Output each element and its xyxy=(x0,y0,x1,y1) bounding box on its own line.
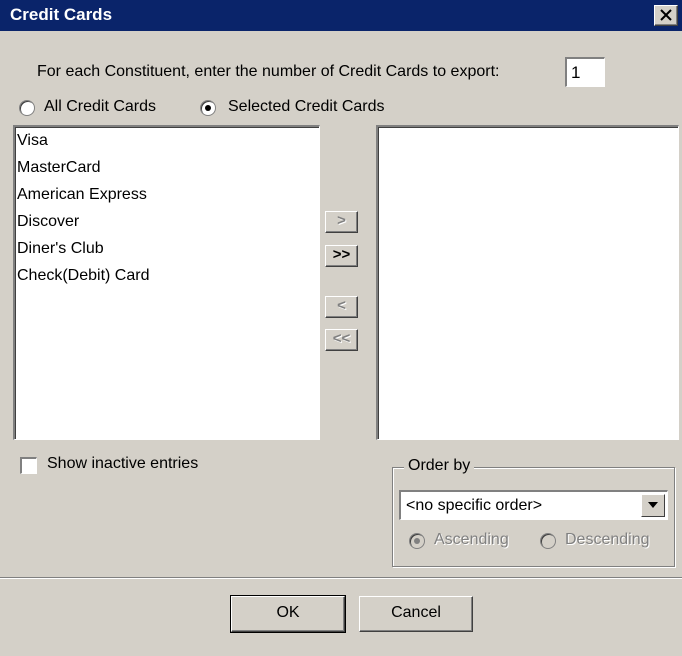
cancel-button[interactable]: Cancel xyxy=(359,596,473,632)
remove-all-button[interactable]: << xyxy=(325,329,358,351)
count-prompt-label: For each Constituent, enter the number o… xyxy=(37,63,500,80)
chevron-down-icon xyxy=(648,502,658,508)
credit-cards-dialog: Credit Cards For each Constituent, enter… xyxy=(0,0,682,656)
list-item[interactable]: Visa xyxy=(15,127,319,154)
close-button[interactable] xyxy=(654,5,678,26)
ok-button[interactable]: OK xyxy=(230,595,346,633)
show-inactive-label[interactable]: Show inactive entries xyxy=(47,455,198,473)
dropdown-button[interactable] xyxy=(641,494,665,517)
radio-ascending-dot xyxy=(414,538,420,544)
add-all-button[interactable]: >> xyxy=(325,245,358,267)
show-inactive-checkbox[interactable] xyxy=(20,457,37,474)
selected-credit-cards-list[interactable] xyxy=(376,125,679,440)
add-one-button[interactable]: > xyxy=(325,211,358,233)
radio-selected-credit-cards[interactable] xyxy=(200,100,216,116)
list-item[interactable]: Diner's Club xyxy=(15,235,319,262)
title-bar[interactable]: Credit Cards xyxy=(0,0,682,31)
list-item[interactable]: Discover xyxy=(15,208,319,235)
order-by-select[interactable]: <no specific order> xyxy=(399,490,668,520)
radio-ascending[interactable] xyxy=(409,533,425,549)
radio-selected-credit-cards-label[interactable]: Selected Credit Cards xyxy=(228,98,385,116)
radio-all-credit-cards-label[interactable]: All Credit Cards xyxy=(44,98,156,116)
list-item[interactable]: Check(Debit) Card xyxy=(15,262,319,289)
radio-selected-dot xyxy=(205,105,211,111)
radio-descending[interactable] xyxy=(540,533,556,549)
radio-descending-label[interactable]: Descending xyxy=(565,531,650,549)
footer-separator xyxy=(0,577,682,579)
radio-ascending-label[interactable]: Ascending xyxy=(434,531,509,549)
list-item[interactable]: American Express xyxy=(15,181,319,208)
order-by-value: <no specific order> xyxy=(406,497,543,514)
count-input[interactable] xyxy=(565,57,605,87)
remove-one-button[interactable]: < xyxy=(325,296,358,318)
order-by-legend: Order by xyxy=(404,457,475,475)
close-icon xyxy=(660,9,672,21)
available-credit-cards-list[interactable]: Visa MasterCard American Express Discove… xyxy=(13,125,320,440)
list-item[interactable]: MasterCard xyxy=(15,154,319,181)
window-title: Credit Cards xyxy=(10,5,113,24)
radio-all-credit-cards[interactable] xyxy=(19,100,35,116)
